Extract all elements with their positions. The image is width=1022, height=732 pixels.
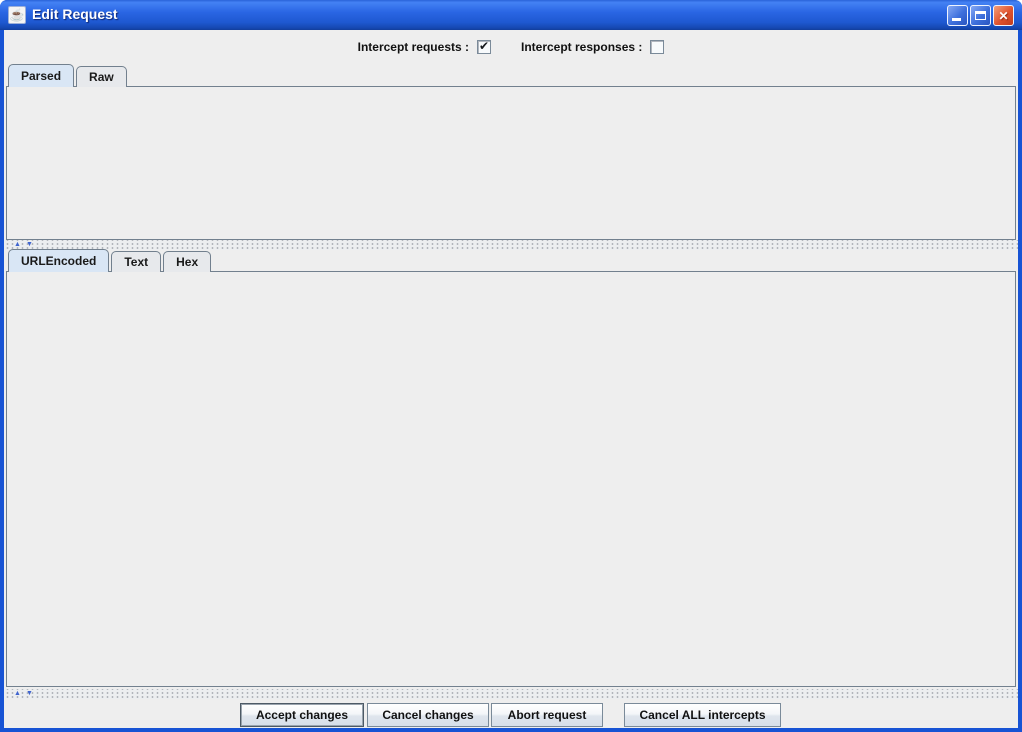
split-divider[interactable]: ▲ ▼ bbox=[4, 689, 1018, 699]
edit-request-window: ☕ Edit Request ✕ Intercept requests : ✔ … bbox=[0, 0, 1022, 732]
cancel-all-intercepts-button[interactable]: Cancel ALL intercepts bbox=[624, 703, 781, 727]
maximize-button[interactable] bbox=[970, 5, 991, 26]
collapse-up-icon[interactable]: ▲ bbox=[14, 690, 21, 698]
dialog-content: Intercept requests : ✔ Intercept respons… bbox=[4, 30, 1018, 728]
content-tabstrip: URLEncoded Text Hex bbox=[8, 249, 213, 272]
tab-parsed-label: Parsed bbox=[21, 69, 61, 83]
intercept-responses-label: Intercept responses : bbox=[521, 40, 642, 54]
titlebar: ☕ Edit Request ✕ bbox=[0, 0, 1022, 30]
tab-raw-label: Raw bbox=[89, 70, 114, 84]
tab-parsed[interactable]: Parsed bbox=[8, 64, 74, 87]
tab-text[interactable]: Text bbox=[111, 251, 161, 272]
maximize-icon bbox=[975, 11, 986, 20]
minimize-button[interactable] bbox=[947, 5, 968, 26]
tab-hex[interactable]: Hex bbox=[163, 251, 211, 272]
request-tabstrip: Parsed Raw bbox=[8, 64, 129, 87]
checkmark-icon: ✔ bbox=[479, 39, 489, 53]
intercept-options-row: Intercept requests : ✔ Intercept respons… bbox=[4, 37, 1018, 57]
intercept-requests-label: Intercept requests : bbox=[358, 40, 469, 54]
tab-hex-label: Hex bbox=[176, 255, 198, 269]
urlencoded-tab-panel bbox=[6, 271, 1016, 687]
parsed-tab-panel bbox=[6, 86, 1016, 240]
tab-raw[interactable]: Raw bbox=[76, 66, 127, 87]
tab-urlencoded[interactable]: URLEncoded bbox=[8, 249, 109, 272]
intercept-responses-checkbox[interactable] bbox=[650, 40, 664, 54]
collapse-down-icon[interactable]: ▼ bbox=[26, 690, 33, 698]
java-logo-icon: ☕ bbox=[8, 6, 26, 24]
intercept-requests-checkbox[interactable]: ✔ bbox=[477, 40, 491, 54]
minimize-icon bbox=[952, 18, 961, 21]
collapse-down-icon[interactable]: ▼ bbox=[26, 241, 33, 249]
abort-request-button[interactable]: Abort request bbox=[491, 703, 603, 727]
tab-text-label: Text bbox=[124, 255, 148, 269]
window-title: Edit Request bbox=[32, 6, 118, 22]
close-button[interactable]: ✕ bbox=[993, 5, 1014, 26]
collapse-up-icon[interactable]: ▲ bbox=[14, 241, 21, 249]
accept-changes-button[interactable]: Accept changes bbox=[240, 703, 364, 727]
cancel-changes-button[interactable]: Cancel changes bbox=[367, 703, 489, 727]
tab-urlencoded-label: URLEncoded bbox=[21, 254, 96, 268]
close-icon: ✕ bbox=[998, 9, 1008, 23]
